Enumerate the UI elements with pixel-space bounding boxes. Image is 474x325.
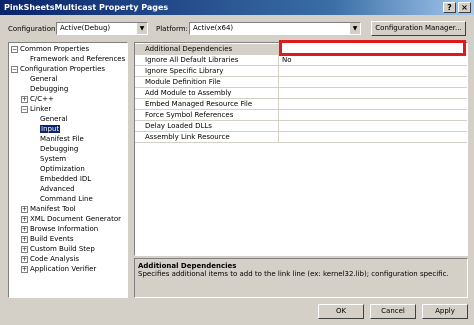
expand-icon[interactable]: +	[21, 215, 28, 223]
tree-item-label: Optimization	[40, 165, 85, 173]
tree-item-label: System	[40, 155, 67, 163]
property-row[interactable]: Ignore Specific Library	[135, 66, 467, 77]
description-panel: Additional Dependencies Specifies additi…	[134, 258, 468, 298]
tree-item[interactable]: General	[31, 114, 68, 124]
property-row[interactable]: Add Module to Assembly	[135, 88, 467, 99]
platform-value: Active(x64)	[193, 24, 234, 32]
ok-button[interactable]: OK	[318, 304, 364, 319]
chevron-down-icon[interactable]: ▼	[349, 23, 360, 34]
tree-item[interactable]: Manifest File	[31, 134, 84, 144]
expand-icon[interactable]: +	[21, 205, 28, 213]
expand-icon[interactable]: +	[21, 225, 28, 233]
property-grid[interactable]: Additional Dependencies Ignore All Defaul…	[134, 42, 468, 256]
tree-item[interactable]: System	[31, 154, 66, 164]
tree-item[interactable]: + Custom Build Step	[21, 244, 95, 254]
property-name: Module Definition File	[135, 77, 279, 87]
tree-item[interactable]: + Code Analysis	[21, 254, 79, 264]
tree-item-label: Linker	[30, 105, 52, 113]
configuration-manager-button[interactable]: Configuration Manager...	[371, 21, 466, 36]
property-name: Embed Managed Resource File	[135, 99, 279, 109]
platform-dropdown[interactable]: Active(x64) ▼	[189, 22, 361, 35]
property-name: Force Symbol References	[135, 110, 279, 120]
tree-item[interactable]: − Linker	[21, 104, 51, 114]
tree-item[interactable]: + Build Events	[21, 234, 74, 244]
collapse-icon[interactable]: −	[21, 105, 28, 113]
tree-item[interactable]: Input	[31, 124, 61, 134]
tree-item[interactable]: Framework and References	[21, 54, 125, 64]
tree-item[interactable]: Advanced	[31, 184, 75, 194]
expand-icon[interactable]: +	[21, 255, 28, 263]
tree-item[interactable]: − Configuration Properties	[11, 64, 105, 74]
property-value[interactable]: No	[280, 55, 292, 65]
tree-item-label: Manifest Tool	[30, 205, 76, 213]
tree-item[interactable]: Optimization	[31, 164, 85, 174]
property-name: Ignore All Default Libraries	[135, 55, 279, 65]
tree-item[interactable]: + Application Verifier	[21, 264, 96, 274]
tree-item-label: Manifest File	[40, 135, 84, 143]
tree-item[interactable]: General	[21, 74, 58, 84]
tree-item[interactable]: Debugging	[31, 144, 78, 154]
tree-item-label: Configuration Properties	[20, 65, 106, 73]
tree-item-label: Debugging	[30, 85, 69, 93]
close-icon[interactable]: ×	[458, 2, 471, 13]
expand-icon[interactable]: +	[21, 245, 28, 253]
tree-item-label: Advanced	[40, 185, 75, 193]
property-row[interactable]: Assembly Link Resource	[135, 132, 467, 143]
tree-item[interactable]: + Manifest Tool	[21, 204, 76, 214]
property-row[interactable]: Embed Managed Resource File	[135, 99, 467, 110]
property-name: Add Module to Assembly	[135, 88, 279, 98]
tree-item-label: Embedded IDL	[40, 175, 92, 183]
property-tree[interactable]: − Common Properties Framework and Referenc…	[8, 42, 128, 298]
configuration-label: Configuration:	[8, 25, 58, 33]
tree-item[interactable]: − Common Properties	[11, 44, 89, 54]
property-name: Delay Loaded DLLs	[135, 121, 279, 131]
tree-item[interactable]: + C/C++	[21, 94, 54, 104]
description-text: Specifies additional items to add to the…	[138, 270, 449, 278]
tree-item-label: Command Line	[40, 195, 93, 203]
expand-icon[interactable]: +	[21, 235, 28, 243]
collapse-icon[interactable]: −	[11, 45, 18, 53]
title-bar: PinkSheetsMulticast Property Pages ? ×	[0, 0, 474, 15]
property-row[interactable]: Module Definition File	[135, 77, 467, 88]
property-name: Assembly Link Resource	[135, 132, 279, 142]
tree-item-label: Framework and References	[30, 55, 126, 63]
property-row[interactable]: Force Symbol References	[135, 110, 467, 121]
property-name: Ignore Specific Library	[135, 66, 279, 76]
tree-item-label: Build Events	[30, 235, 74, 243]
property-row[interactable]: Ignore All Default Libraries No	[135, 55, 467, 66]
expand-icon[interactable]: +	[21, 95, 28, 103]
configuration-dropdown[interactable]: Active(Debug) ▼	[56, 22, 148, 35]
tree-item-label: General	[30, 75, 58, 83]
property-row[interactable]: Delay Loaded DLLs	[135, 121, 467, 132]
expand-icon[interactable]: +	[21, 265, 28, 273]
tree-item-label: Code Analysis	[30, 255, 79, 263]
cancel-button[interactable]: Cancel	[370, 304, 416, 319]
window-title: PinkSheetsMulticast Property Pages	[4, 3, 169, 12]
chevron-down-icon[interactable]: ▼	[136, 23, 147, 34]
tree-item-label: Common Properties	[20, 45, 90, 53]
description-title: Additional Dependencies	[138, 262, 237, 270]
configuration-value: Active(Debug)	[60, 24, 111, 32]
tree-item-label: Input	[40, 125, 61, 133]
tree-item-label: Application Verifier	[30, 265, 97, 273]
tree-item[interactable]: Command Line	[31, 194, 93, 204]
tree-item-label: Custom Build Step	[30, 245, 95, 253]
tree-item-label: General	[40, 115, 68, 123]
tree-item[interactable]: + XML Document Generator	[21, 214, 121, 224]
platform-label: Platform:	[156, 25, 188, 33]
tree-item[interactable]: + Browse Information	[21, 224, 98, 234]
apply-button[interactable]: Apply	[422, 304, 468, 319]
additional-dependencies-value-highlight[interactable]	[279, 40, 466, 56]
tree-item-label: Debugging	[40, 145, 79, 153]
tree-item[interactable]: Embedded IDL	[31, 174, 91, 184]
help-icon[interactable]: ?	[443, 2, 456, 13]
collapse-icon[interactable]: −	[11, 65, 18, 73]
tree-item-label: XML Document Generator	[30, 215, 121, 223]
tree-item-label: Browse Information	[30, 225, 99, 233]
tree-item[interactable]: Debugging	[21, 84, 68, 94]
property-name: Additional Dependencies	[135, 44, 279, 54]
tree-item-label: C/C++	[30, 95, 54, 103]
